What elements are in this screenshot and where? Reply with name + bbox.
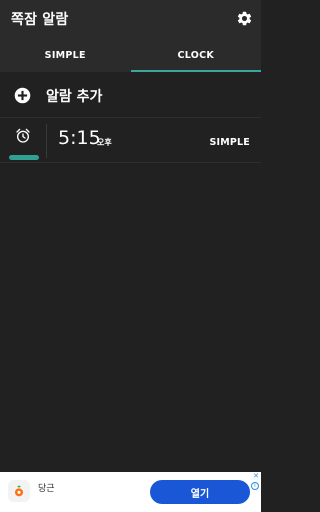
alarm-clock-icon: [16, 128, 30, 143]
carrot-logo-icon: [15, 485, 23, 497]
ad-banner[interactable]: 당근 열기 ✕ i: [0, 472, 261, 512]
add-circle-icon: [14, 87, 31, 104]
app-bar: 쪽잠 알람: [0, 0, 261, 38]
tab-simple[interactable]: SIMPLE: [0, 38, 131, 72]
gear-icon[interactable]: [236, 10, 253, 27]
tab-clock[interactable]: CLOCK: [130, 38, 262, 72]
alarm-ampm: 오후: [97, 138, 112, 147]
add-alarm-label: 알람 추가: [46, 89, 103, 105]
ad-app-name: 당근: [38, 484, 55, 494]
ad-info-icon[interactable]: i: [251, 482, 259, 490]
app-title: 쪽잠 알람: [11, 12, 69, 28]
alarm-enabled-indicator: [9, 155, 39, 160]
alarm-toggle[interactable]: [7, 126, 39, 160]
tab-bar: SIMPLE CLOCK: [0, 38, 261, 72]
alarm-mode-label: SIMPLE: [209, 137, 250, 148]
app-root: 쪽잠 알람 SIMPLE CLOCK 알람 추가 5:15 오후 SIMPLE …: [0, 0, 261, 512]
vertical-divider: [46, 124, 47, 158]
ad-app-logo: [8, 480, 30, 502]
alarm-time: 5:15: [58, 127, 101, 149]
ad-open-button[interactable]: 열기: [150, 480, 250, 504]
add-alarm-button[interactable]: 알람 추가: [0, 78, 261, 114]
ad-close-icon[interactable]: ✕: [253, 472, 259, 480]
alarm-list-item[interactable]: 5:15 오후 SIMPLE: [0, 117, 261, 163]
